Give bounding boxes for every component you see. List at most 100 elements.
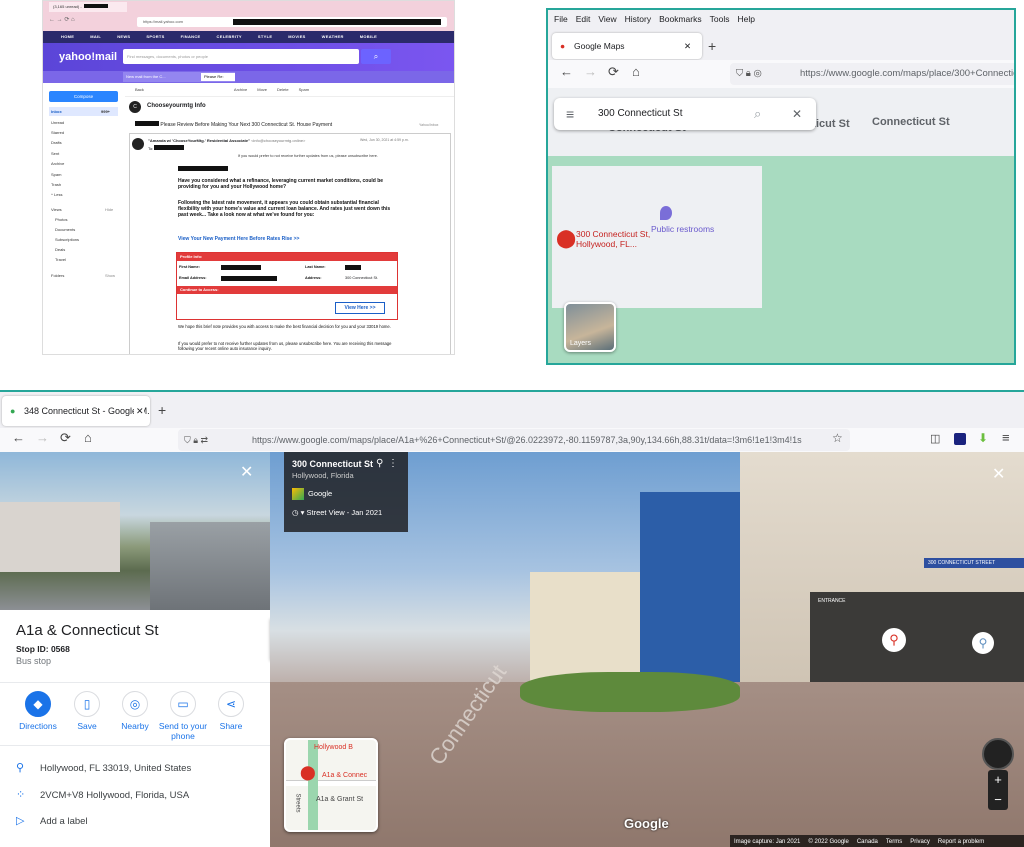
- reload-icon[interactable]: ⟳: [60, 430, 71, 446]
- download-icon[interactable]: ⬇: [978, 431, 988, 445]
- poi-label[interactable]: Public restrooms: [651, 224, 714, 234]
- view-photos[interactable]: Photos: [55, 217, 67, 222]
- compass-icon[interactable]: [982, 738, 1014, 770]
- clear-icon[interactable]: ✕: [792, 98, 802, 130]
- nav-movies[interactable]: MOVIES: [288, 34, 305, 39]
- folder-starred[interactable]: Starred: [51, 130, 64, 135]
- folder-drafts[interactable]: Drafts: [51, 140, 62, 145]
- folder-sent[interactable]: Sent: [51, 151, 59, 156]
- browser-tab-yahoo[interactable]: (3,165 unread) -: [49, 2, 127, 12]
- notification-tag[interactable]: Please Re:: [201, 73, 235, 81]
- menu-view[interactable]: View: [598, 14, 616, 24]
- nav-weather[interactable]: WEATHER: [322, 34, 344, 39]
- marker-icon[interactable]: ⚲: [972, 632, 994, 654]
- search-input[interactable]: Find messages, documents, photos or peop…: [123, 49, 359, 64]
- forward-icon[interactable]: →: [36, 430, 49, 445]
- folders-show[interactable]: Show: [105, 273, 115, 278]
- nav-celebrity[interactable]: CELEBRITY: [217, 34, 242, 39]
- pin-icon[interactable]: ⚲: [376, 458, 383, 469]
- close-tab-icon[interactable]: ✕: [134, 396, 144, 426]
- search-input[interactable]: 300 Connecticut St: [598, 98, 683, 130]
- nav-news[interactable]: NEWS: [117, 34, 130, 39]
- home-icon[interactable]: ⌂: [632, 64, 640, 79]
- compose-button[interactable]: Compose: [49, 91, 118, 102]
- bookmark-star-icon[interactable]: ☆: [832, 431, 843, 445]
- extension-icon[interactable]: [954, 433, 966, 445]
- back-icon[interactable]: ←: [12, 430, 25, 445]
- url-bar[interactable]: ⛉ 🔒︎ ⇄ https://www.google.com/maps/place…: [178, 429, 850, 451]
- sv-date[interactable]: ◷ ▾ Street View - Jan 2021: [292, 508, 400, 517]
- mini-map[interactable]: Hollywood B ⬤ A1a & Connec A1a & Grant S…: [284, 738, 378, 832]
- menu-edit[interactable]: Edit: [576, 14, 591, 24]
- layers-button[interactable]: Layers: [564, 302, 616, 352]
- browser-tab-google-maps[interactable]: ● Google Maps ✕: [552, 33, 702, 59]
- nav-style[interactable]: STYLE: [258, 34, 272, 39]
- menu-bookmarks[interactable]: Bookmarks: [659, 14, 702, 24]
- menu-help[interactable]: Help: [737, 14, 754, 24]
- views-hide[interactable]: Hide: [105, 207, 113, 212]
- share-button[interactable]: ⋖ Share: [205, 691, 257, 731]
- close-tab-icon[interactable]: ✕: [684, 33, 691, 59]
- zoom-in-icon[interactable]: +: [988, 770, 1008, 790]
- menu-icon[interactable]: ≡: [1002, 430, 1010, 445]
- back-icon[interactable]: ←: [560, 64, 573, 79]
- place-marker-icon[interactable]: ⚲: [882, 628, 906, 652]
- region-link[interactable]: Canada: [857, 839, 878, 845]
- close-icon[interactable]: ✕: [240, 462, 253, 482]
- back-button[interactable]: Back: [135, 87, 144, 92]
- send-to-phone-button[interactable]: ▭ Send to your phone: [157, 691, 209, 741]
- nav-finance[interactable]: FINANCE: [181, 34, 201, 39]
- folder-trash[interactable]: Trash: [51, 182, 61, 187]
- delete-button[interactable]: Delete: [277, 87, 289, 92]
- url-bar[interactable]: ⛉ 🔒︎ ◎ https://www.google.com/maps/place…: [730, 63, 1014, 85]
- view-documents[interactable]: Documents: [55, 227, 75, 232]
- folder-spam[interactable]: Spam: [51, 172, 61, 177]
- new-tab-icon[interactable]: +: [708, 33, 716, 59]
- home-icon[interactable]: ⌂: [84, 430, 92, 445]
- restroom-icon[interactable]: [660, 206, 672, 220]
- menu-history[interactable]: History: [625, 14, 651, 24]
- nav-home[interactable]: HOME: [61, 34, 74, 39]
- archive-button[interactable]: Archive: [234, 87, 247, 92]
- plus-code-row[interactable]: ⁘ 2VCM+V8 Hollywood, Florida, USA: [16, 788, 189, 801]
- zoom-control[interactable]: + −: [988, 770, 1008, 810]
- view-deals[interactable]: Deals: [55, 247, 65, 252]
- nav-sports[interactable]: SPORTS: [146, 34, 164, 39]
- view-here-button[interactable]: View Here >>: [335, 302, 385, 314]
- menu-tools[interactable]: Tools: [710, 14, 730, 24]
- nav-arrows-icon[interactable]: ← → ⟳ ⌂: [49, 16, 75, 23]
- yahoo-logo[interactable]: yahoo!mail: [59, 51, 117, 63]
- folder-archive[interactable]: Archive: [51, 161, 64, 166]
- browser-tab-street-view[interactable]: ● 348 Connecticut St - Google M... ✕: [2, 396, 150, 426]
- privacy-link[interactable]: Privacy: [910, 839, 930, 845]
- directions-button[interactable]: ◆ Directions: [12, 691, 64, 731]
- report-problem-link[interactable]: Report a problem: [938, 839, 984, 845]
- nav-mobile[interactable]: MOBILE: [360, 34, 377, 39]
- street-view-canvas[interactable]: 300 CONNECTICUT STREET ENTRANCE Connecti…: [270, 452, 1024, 847]
- nav-mail[interactable]: MAIL: [90, 34, 101, 39]
- nearby-button[interactable]: ◎ Nearby: [109, 691, 161, 731]
- new-tab-icon[interactable]: +: [158, 396, 166, 424]
- save-button[interactable]: ▯ Save: [61, 691, 113, 731]
- search-icon[interactable]: ⌕: [754, 98, 761, 130]
- unsubscribe-top[interactable]: If you would prefer to not receive furth…: [238, 154, 378, 158]
- map-canvas[interactable]: Connecticut St Connecticut St Connecticu…: [548, 88, 1014, 363]
- add-label-row[interactable]: ▷ Add a label: [16, 814, 88, 827]
- menu-icon[interactable]: ≡: [566, 98, 574, 130]
- payment-link[interactable]: View Your New Payment Here Before Rates …: [178, 236, 398, 242]
- close-street-view-icon[interactable]: ✕: [992, 464, 1005, 484]
- terms-link[interactable]: Terms: [886, 839, 902, 845]
- zoom-out-icon[interactable]: −: [988, 790, 1008, 810]
- folder-unread[interactable]: Unread: [51, 120, 64, 125]
- folder-inbox[interactable]: Inbox: [51, 109, 62, 114]
- search-box[interactable]: ≡ 300 Connecticut St ⌕ ✕: [554, 98, 816, 130]
- move-button[interactable]: Move: [257, 87, 267, 92]
- place-pin-icon[interactable]: ⬤: [556, 228, 576, 249]
- reload-icon[interactable]: ⟳: [608, 64, 619, 80]
- address-row[interactable]: ⚲ Hollywood, FL 33019, United States: [16, 761, 191, 774]
- pocket-icon[interactable]: ◫: [930, 432, 940, 445]
- forward-icon[interactable]: →: [584, 64, 597, 79]
- spam-button[interactable]: Spam: [299, 87, 309, 92]
- less-toggle[interactable]: ^ Less: [51, 192, 62, 197]
- view-subscriptions[interactable]: Subscriptions: [55, 237, 79, 242]
